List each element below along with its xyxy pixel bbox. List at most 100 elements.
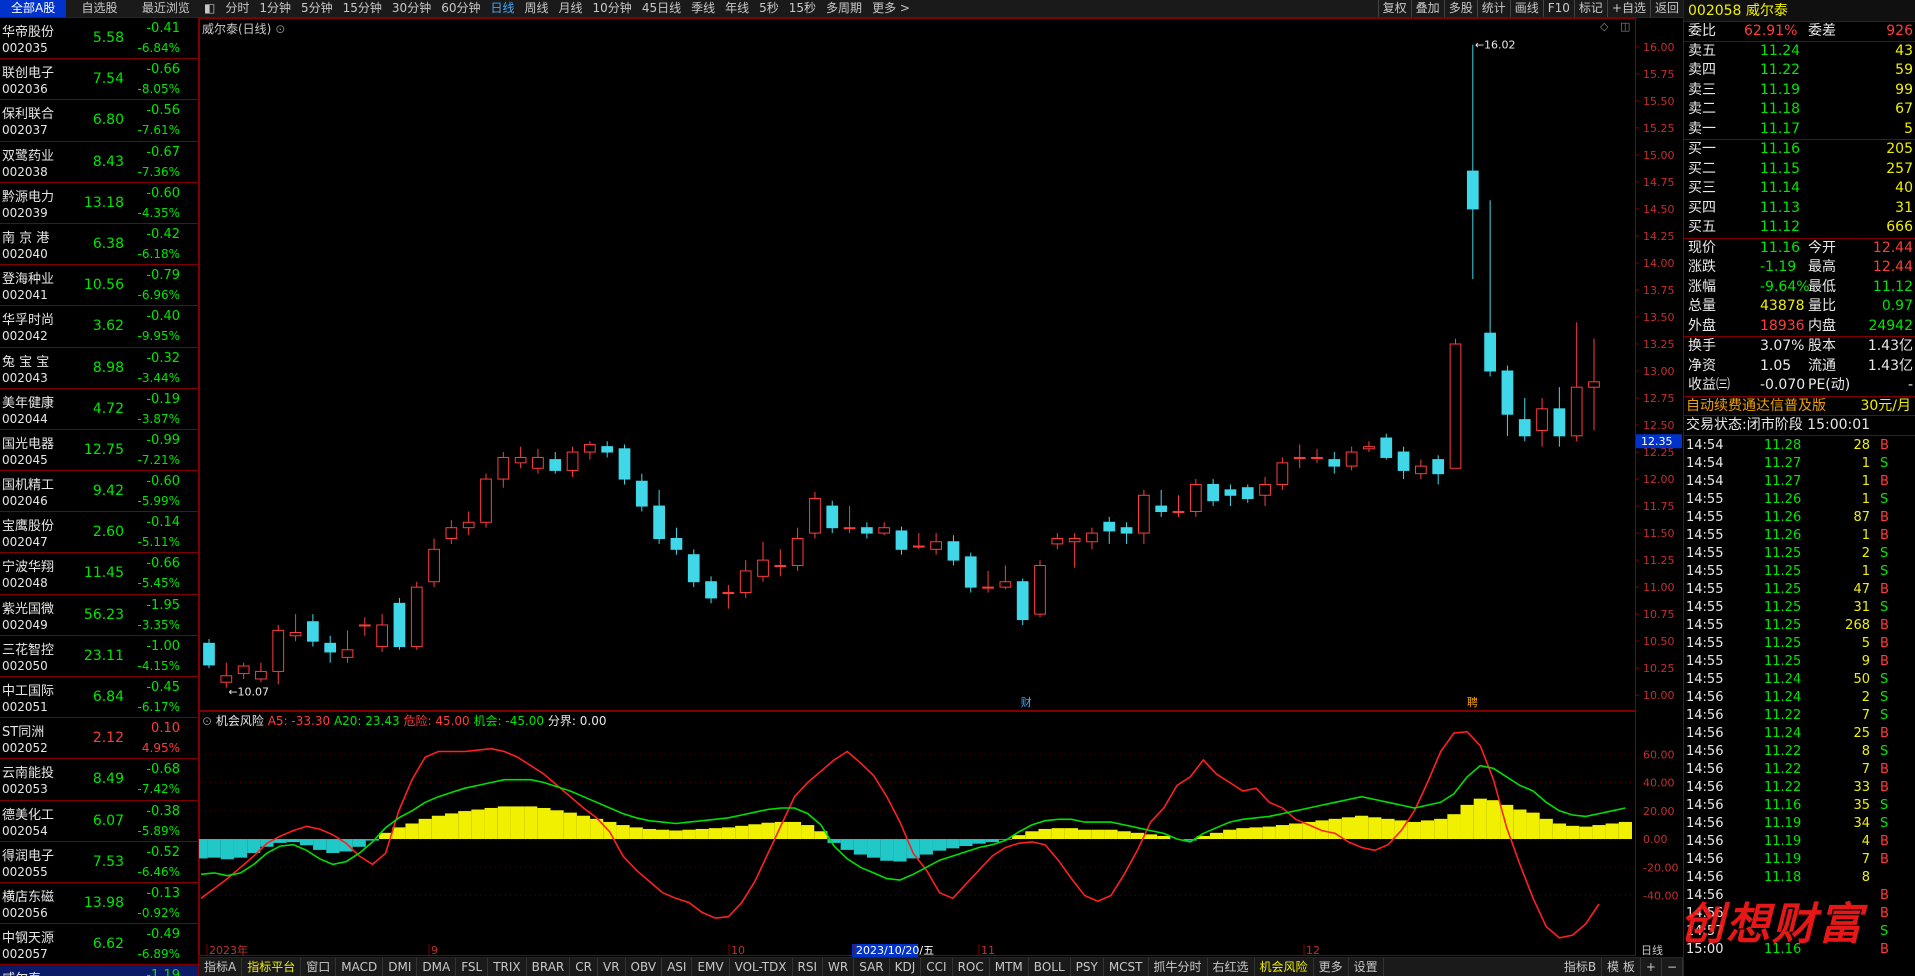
event-marker-pin[interactable]: 聘 bbox=[1467, 695, 1478, 709]
stock-row[interactable]: 南 京 港 002040 6.38 -0.42 -6.18% bbox=[0, 224, 198, 266]
toolbar-action-4[interactable]: 画线 bbox=[1509, 0, 1543, 17]
indicator-tab-24[interactable]: MCST bbox=[1104, 958, 1149, 976]
stock-row[interactable]: 保利联合 002037 6.80 -0.56 -7.61% bbox=[0, 100, 198, 142]
stock-row[interactable]: 联创电子 002036 7.54 -0.66 -8.05% bbox=[0, 59, 198, 101]
indicator-tab-26[interactable]: 右红选 bbox=[1208, 958, 1255, 976]
indicator-tab-11[interactable]: OBV bbox=[626, 958, 663, 976]
toolbar-action-6[interactable]: 标记 bbox=[1573, 0, 1607, 17]
period-tab-8[interactable]: 月线 bbox=[554, 0, 588, 17]
period-tab-11[interactable]: 季线 bbox=[686, 0, 720, 17]
indicator-tab-7[interactable]: TRIX bbox=[488, 958, 527, 976]
indicator-tab-19[interactable]: CCI bbox=[921, 958, 953, 976]
toolbar-action-0[interactable]: 复权 bbox=[1377, 0, 1411, 17]
period-tab-3[interactable]: 15分钟 bbox=[338, 0, 387, 17]
expand-icon[interactable]: ◇ bbox=[1600, 20, 1609, 33]
promo-row[interactable]: 自动续费通达信普及版 30元/月 bbox=[1684, 397, 1915, 417]
stock-row[interactable]: 国机精工 002046 9.42 -0.60 -5.99% bbox=[0, 471, 198, 513]
toolbar-toggle-icon[interactable]: ◧ bbox=[199, 0, 220, 17]
toolbar-action-1[interactable]: 叠加 bbox=[1410, 0, 1444, 17]
stock-row[interactable]: 紫光国微 002049 56.23 -1.95 -3.35% bbox=[0, 595, 198, 636]
stock-row[interactable]: ST同洲 002052 2.12 0.10 4.95% bbox=[0, 718, 198, 760]
indicator-tab-20[interactable]: ROC bbox=[953, 958, 990, 976]
stock-row[interactable]: 得润电子 002055 7.53 -0.52 -6.46% bbox=[0, 842, 198, 883]
maximize-icon[interactable]: ◫ bbox=[1620, 20, 1630, 33]
bottom-action-1[interactable]: 模 板 bbox=[1602, 958, 1641, 976]
indicator-tab-16[interactable]: WR bbox=[823, 958, 855, 976]
toolbar-action-3[interactable]: 统计 bbox=[1476, 0, 1510, 17]
event-marker-cai[interactable]: 财 bbox=[1021, 695, 1032, 709]
period-tab-7[interactable]: 周线 bbox=[520, 0, 554, 17]
indicator-tab-5[interactable]: DMA bbox=[417, 958, 457, 976]
period-tab-2[interactable]: 5分钟 bbox=[296, 0, 338, 17]
indicator-tab-23[interactable]: PSY bbox=[1071, 958, 1104, 976]
period-tab-5[interactable]: 60分钟 bbox=[436, 0, 485, 17]
stock-row[interactable]: 国光电器 002045 12.75 -0.99 -7.21% bbox=[0, 430, 198, 472]
indicator-tab-17[interactable]: SAR bbox=[854, 958, 890, 976]
left-tab-1[interactable]: 自选股 bbox=[66, 0, 132, 17]
indicator-tab-1[interactable]: 指标平台 bbox=[242, 958, 302, 976]
app-window: 全部A股 自选股 最近浏览 华帝股份 002035 5.58 -0.41 -6.84% 联创电… bbox=[0, 0, 1915, 976]
stock-row[interactable]: 登海种业 002041 10.56 -0.79 -6.96% bbox=[0, 265, 198, 307]
stock-row[interactable]: 华帝股份 002035 5.58 -0.41 -6.84% bbox=[0, 18, 198, 60]
indicator-toggle-icon[interactable]: ⊙ bbox=[202, 714, 216, 728]
indicator-tab-21[interactable]: MTM bbox=[990, 958, 1029, 976]
indicator-tab-29[interactable]: 设置 bbox=[1349, 958, 1384, 976]
period-tab-16[interactable]: 更多 > bbox=[867, 0, 915, 17]
stock-row[interactable]: 中工国际 002051 6.84 -0.45 -6.17% bbox=[0, 677, 198, 719]
indicator-tab-2[interactable]: 窗口 bbox=[301, 958, 337, 976]
stock-row[interactable]: 双鹭药业 002038 8.43 -0.67 -7.36% bbox=[0, 142, 198, 183]
toolbar-action-7[interactable]: +自选 bbox=[1606, 0, 1650, 17]
stock-row[interactable]: 威尔泰 -1.19 bbox=[0, 965, 198, 976]
indicator-tab-28[interactable]: 更多 bbox=[1314, 958, 1349, 976]
toolbar-action-2[interactable]: 多股 bbox=[1443, 0, 1477, 17]
bottom-action-3[interactable]: − bbox=[1662, 958, 1683, 976]
period-tab-4[interactable]: 30分钟 bbox=[387, 0, 436, 17]
period-tab-13[interactable]: 5秒 bbox=[754, 0, 784, 17]
indicator-tab-4[interactable]: DMI bbox=[383, 958, 418, 976]
indicator-tab-18[interactable]: KDJ bbox=[890, 958, 922, 976]
indicator-tab-22[interactable]: BOLL bbox=[1029, 958, 1071, 976]
chart-menu-icon[interactable]: ⊙ bbox=[275, 22, 285, 36]
indicator-tab-14[interactable]: VOL-TDX bbox=[730, 958, 793, 976]
indicator-tab-15[interactable]: RSI bbox=[793, 958, 824, 976]
bottom-action-2[interactable]: + bbox=[1641, 958, 1662, 976]
promo-text[interactable]: 自动续费通达信普及版 bbox=[1686, 397, 1826, 417]
left-tab-0[interactable]: 全部A股 bbox=[0, 0, 67, 17]
toolbar-action-5[interactable]: F10 bbox=[1542, 0, 1574, 17]
period-tab-10[interactable]: 45日线 bbox=[637, 0, 686, 17]
ind-bar bbox=[1104, 829, 1118, 840]
indicator-tab-6[interactable]: FSL bbox=[456, 958, 489, 976]
stock-row[interactable]: 三花智控 002050 23.11 -1.00 -4.15% bbox=[0, 636, 198, 677]
period-tab-12[interactable]: 年线 bbox=[720, 0, 754, 17]
period-tab-9[interactable]: 10分钟 bbox=[588, 0, 637, 17]
toolbar-action-8[interactable]: 返回 bbox=[1649, 0, 1683, 17]
bottom-action-0[interactable]: 指标B bbox=[1559, 958, 1603, 976]
period-tab-15[interactable]: 多周期 bbox=[821, 0, 867, 17]
indicator-tab-9[interactable]: CR bbox=[570, 958, 598, 976]
indicator-tab-3[interactable]: MACD bbox=[336, 958, 384, 976]
stock-row[interactable]: 宝鹰股份 002047 2.60 -0.14 -5.11% bbox=[0, 512, 198, 554]
indicator-tab-8[interactable]: BRAR bbox=[527, 958, 571, 976]
stock-row[interactable]: 中钢天源 002057 6.62 -0.49 -6.89% bbox=[0, 924, 198, 966]
promo-price[interactable]: 30元/月 bbox=[1860, 397, 1911, 417]
indicator-tab-27[interactable]: 机会风险 bbox=[1255, 958, 1314, 976]
stock-row[interactable]: 华孚时尚 002042 3.62 -0.40 -9.95% bbox=[0, 306, 198, 348]
stock-row[interactable]: 宁波华翔 002048 11.45 -0.66 -5.45% bbox=[0, 553, 198, 595]
stock-row[interactable]: 兔 宝 宝 002043 8.98 -0.32 -3.44% bbox=[0, 348, 198, 389]
indicator-tab-25[interactable]: 抓牛分时 bbox=[1149, 958, 1208, 976]
stock-row[interactable]: 云南能投 002053 8.49 -0.68 -7.42% bbox=[0, 759, 198, 801]
indicator-tab-10[interactable]: VR bbox=[598, 958, 626, 976]
stock-row[interactable]: 德美化工 002054 6.07 -0.38 -5.89% bbox=[0, 801, 198, 842]
stock-row[interactable]: 横店东磁 002056 13.98 -0.13 -0.92% bbox=[0, 883, 198, 925]
period-tab-1[interactable]: 1分钟 bbox=[254, 0, 296, 17]
stock-row[interactable]: 黔源电力 002039 13.18 -0.60 -4.35% bbox=[0, 183, 198, 224]
period-tab-14[interactable]: 15秒 bbox=[784, 0, 821, 17]
period-tab-0[interactable]: 分时 bbox=[220, 0, 254, 17]
indicator-tab-12[interactable]: ASI bbox=[662, 958, 693, 976]
stock-row[interactable]: 美年健康 002044 4.72 -0.19 -3.87% bbox=[0, 389, 198, 430]
period-tab-6[interactable]: 日线 bbox=[485, 0, 519, 17]
indicator-name[interactable]: 机会风险 bbox=[216, 714, 264, 728]
indicator-tab-13[interactable]: EMV bbox=[692, 958, 730, 976]
left-tab-2[interactable]: 最近浏览 bbox=[133, 0, 199, 17]
indicator-tab-0[interactable]: 指标A bbox=[199, 958, 243, 976]
